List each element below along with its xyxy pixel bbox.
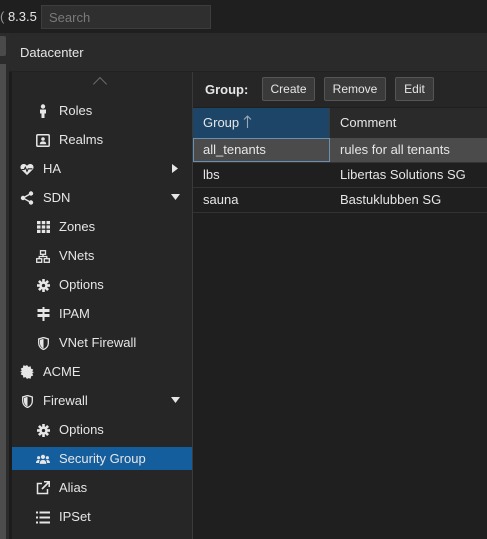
sidebar-item-firewall-options[interactable]: Options bbox=[12, 418, 192, 441]
gear-icon bbox=[36, 423, 50, 437]
users-icon bbox=[36, 452, 50, 466]
sidebar-item-realms[interactable]: Realms bbox=[12, 128, 192, 151]
collapsed-tree-scrollbar[interactable] bbox=[0, 64, 6, 539]
sidebar-item-zones[interactable]: Zones bbox=[12, 215, 192, 238]
list-icon bbox=[36, 510, 50, 524]
config-tree: Roles Realms HA SDN Zones VNets Options … bbox=[12, 72, 193, 539]
table-row[interactable]: lbs Libertas Solutions SG bbox=[193, 163, 487, 188]
network-icon bbox=[36, 249, 50, 263]
sidebar-item-vnets[interactable]: VNets bbox=[12, 244, 192, 267]
person-icon bbox=[36, 104, 50, 118]
shield-icon bbox=[20, 394, 34, 408]
panel-title: Datacenter bbox=[20, 45, 84, 60]
shield-icon bbox=[36, 336, 50, 350]
id-card-icon bbox=[36, 133, 50, 147]
sidebar-item-acme[interactable]: ACME bbox=[12, 360, 192, 383]
sidebar-item-sdn[interactable]: SDN bbox=[12, 186, 192, 209]
sidebar-item-ha[interactable]: HA bbox=[12, 157, 192, 180]
panel-header: Datacenter bbox=[9, 33, 487, 72]
group-cell: all_tenants bbox=[193, 138, 330, 162]
signpost-icon bbox=[36, 307, 50, 321]
sidebar-item-vnet-firewall[interactable]: VNet Firewall bbox=[12, 331, 192, 354]
sidebar-item-ipset[interactable]: IPSet bbox=[12, 505, 192, 528]
column-header-group[interactable]: Group bbox=[193, 108, 330, 138]
heartbeat-icon bbox=[20, 162, 34, 176]
chevron-down-icon[interactable] bbox=[170, 395, 180, 405]
top-bar: ( 8.3.5 bbox=[0, 0, 487, 33]
sidebar-item-alias[interactable]: Alias bbox=[12, 476, 192, 499]
expand-tree-handle[interactable] bbox=[0, 36, 6, 56]
sdn-icon bbox=[20, 191, 34, 205]
remove-button[interactable]: Remove bbox=[324, 77, 386, 101]
grid-icon bbox=[36, 220, 50, 234]
security-group-panel: Group: Create Remove Edit Group Comment … bbox=[193, 72, 487, 539]
external-link-icon bbox=[36, 481, 50, 495]
comment-cell: rules for all tenants bbox=[340, 142, 450, 157]
group-cell: lbs bbox=[203, 167, 220, 182]
column-header-comment[interactable]: Comment bbox=[330, 108, 487, 138]
grid-header: Group Comment bbox=[193, 108, 487, 138]
comment-cell: Bastuklubben SG bbox=[340, 192, 442, 207]
sidebar-item-security-group[interactable]: Security Group bbox=[12, 447, 192, 470]
tree-scroll-up-button[interactable] bbox=[12, 72, 192, 96]
table-row[interactable]: all_tenants rules for all tenants bbox=[193, 138, 487, 163]
toolbar: Group: Create Remove Edit bbox=[193, 72, 487, 107]
sort-ascending-icon bbox=[243, 109, 252, 139]
create-button[interactable]: Create bbox=[262, 77, 315, 101]
edit-button[interactable]: Edit bbox=[395, 77, 434, 101]
group-label: Group: bbox=[205, 82, 249, 97]
sidebar-item-ipam[interactable]: IPAM bbox=[12, 302, 192, 325]
certificate-icon bbox=[20, 365, 34, 379]
chevron-right-icon[interactable] bbox=[170, 163, 180, 173]
group-cell: sauna bbox=[203, 192, 239, 207]
comment-cell: Libertas Solutions SG bbox=[340, 167, 466, 182]
sidebar-item-roles[interactable]: Roles bbox=[12, 99, 192, 122]
gear-icon bbox=[36, 278, 50, 292]
sidebar-item-firewall[interactable]: Firewall bbox=[12, 389, 192, 412]
chevron-down-icon[interactable] bbox=[170, 192, 180, 202]
sidebar-item-options[interactable]: Options bbox=[12, 273, 192, 296]
table-row[interactable]: sauna Bastuklubben SG bbox=[193, 188, 487, 213]
version-label: ( 8.3.5 bbox=[0, 9, 37, 24]
search-input[interactable] bbox=[41, 5, 211, 29]
